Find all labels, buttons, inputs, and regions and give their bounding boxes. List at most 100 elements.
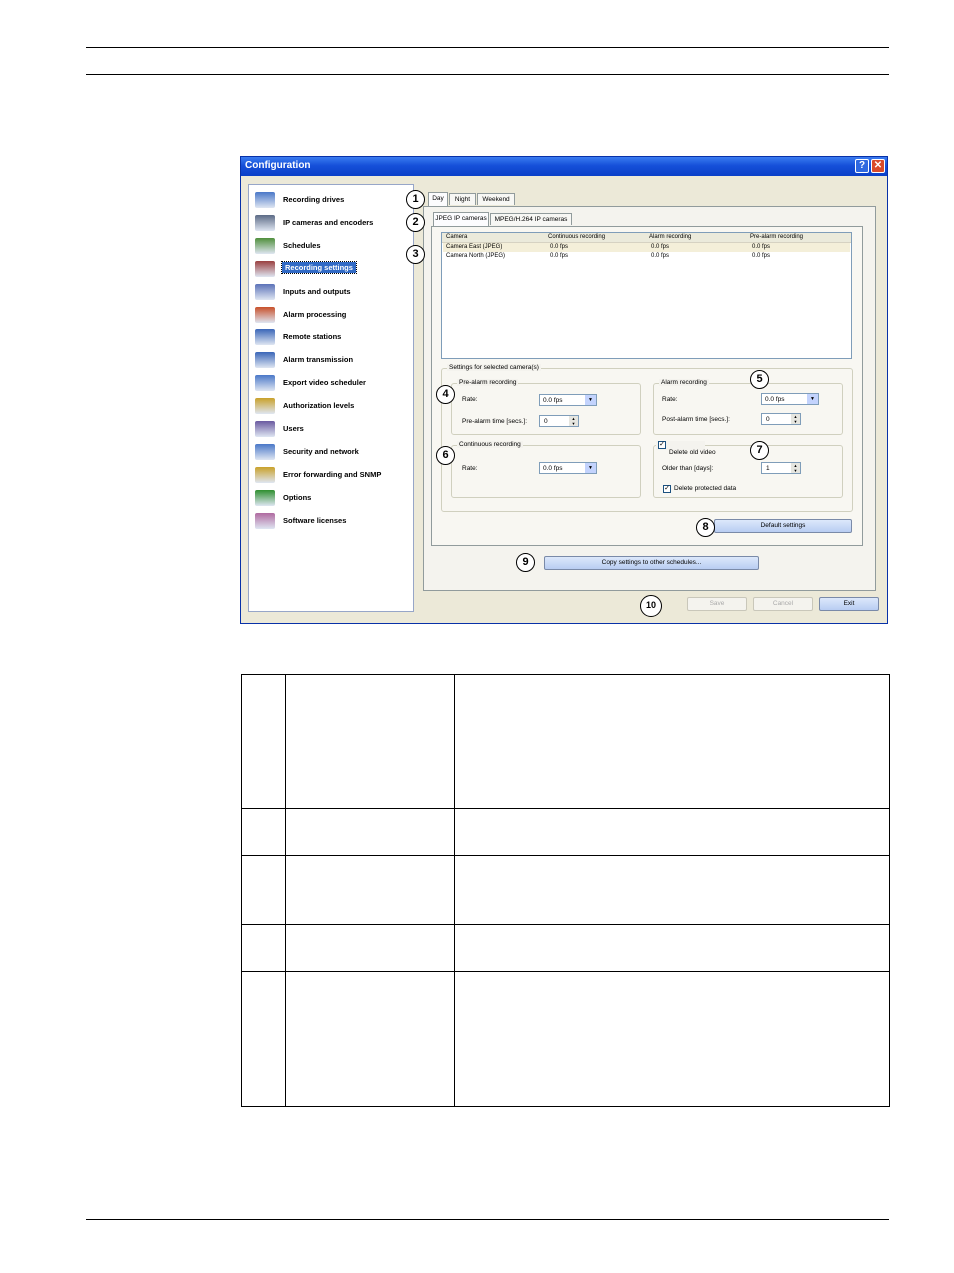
column-header-continuous[interactable]: Continuous recording: [548, 234, 605, 240]
settings-group-title: Settings for selected camera(s): [447, 364, 541, 371]
sidebar-item-label: Security and network: [283, 446, 359, 456]
callout-3: 3: [406, 245, 425, 264]
table-divider: [285, 675, 286, 1106]
sidebar-item-label: Remote stations: [283, 332, 342, 342]
older-than-label: Older than [days]:: [662, 465, 714, 472]
footer-rule: [86, 1219, 889, 1220]
callout-2: 2: [406, 213, 425, 232]
callout-5: 5: [750, 370, 769, 389]
sidebar-item-label: Schedules: [283, 240, 321, 250]
sidebar-item-recording-settings[interactable]: Recording settings: [255, 260, 411, 280]
table-divider: [454, 675, 455, 1106]
title-bar[interactable]: Configuration ? ✕: [241, 157, 887, 176]
sidebar-item-label: Options: [283, 492, 312, 502]
table-cell: 0.0 fps: [752, 244, 771, 250]
table-row[interactable]: Camera North (JPEG) 0.0 fps 0.0 fps 0.0 …: [443, 252, 850, 261]
sidebar-item-recording-drives[interactable]: Recording drives: [255, 191, 411, 211]
help-button[interactable]: ?: [855, 159, 869, 173]
legend-table: [241, 674, 890, 1107]
pre-alarm-title: Pre-alarm recording: [457, 379, 519, 386]
continuous-rate-label: Rate:: [462, 465, 478, 472]
pre-alarm-rate-label: Rate:: [462, 396, 478, 403]
exit-button[interactable]: Exit: [819, 597, 879, 611]
callout-7: 7: [750, 441, 769, 460]
header-rule-top: [86, 47, 889, 48]
sidebar-item-software-licenses[interactable]: Software licenses: [255, 512, 411, 532]
delete-old-label: Delete old video: [669, 449, 716, 456]
sidebar-item-remote-stations[interactable]: Remote stations: [255, 328, 411, 348]
delete-old-group: ✓ Delete old video Older than [days]: 1 …: [653, 441, 843, 498]
copy-settings-button[interactable]: Copy settings to other schedules...: [544, 556, 759, 570]
table-row: [242, 971, 889, 972]
pre-alarm-time-value: 0: [544, 418, 548, 425]
sidebar-item-label: Export video scheduler: [283, 378, 366, 388]
chevron-down-icon[interactable]: ▼: [585, 395, 596, 405]
license-icon: [255, 512, 275, 529]
alarm-rate-label: Rate:: [662, 396, 678, 403]
chevron-down-icon[interactable]: ▼: [585, 463, 596, 473]
schedule-tabs: Day Night Weekend: [428, 192, 878, 207]
continuous-title: Continuous recording: [457, 441, 523, 448]
sidebar-item-error-forwarding-and-snmp[interactable]: Error forwarding and SNMP: [255, 466, 411, 486]
table-row: [242, 855, 889, 856]
sidebar-item-options[interactable]: Options: [255, 489, 411, 509]
table-header: Camera Continuous recording Alarm record…: [442, 233, 851, 243]
sidebar-item-label: Recording settings: [281, 260, 357, 274]
sidebar-item-label: IP cameras and encoders: [283, 217, 374, 227]
sidebar-item-alarm-processing[interactable]: Alarm processing: [255, 306, 411, 326]
warning-icon: [255, 466, 275, 483]
sidebar-item-schedules[interactable]: Schedules: [255, 237, 411, 257]
close-button[interactable]: ✕: [871, 159, 885, 173]
sidebar-item-alarm-transmission[interactable]: Alarm transmission: [255, 351, 411, 371]
window-title: Configuration: [245, 160, 311, 171]
callout-1: 1: [406, 190, 425, 209]
tab-weekend[interactable]: Weekend: [477, 193, 515, 205]
pre-alarm-rate-select[interactable]: 0.0 fps ▼: [539, 394, 597, 406]
post-alarm-time-label: Post-alarm time [secs.]:: [662, 416, 730, 423]
spin-arrows-icon[interactable]: ▲ ▼: [569, 416, 578, 426]
table-cell: Camera North (JPEG): [446, 253, 506, 259]
alarm-rate-select[interactable]: 0.0 fps ▼: [761, 393, 819, 405]
cancel-button[interactable]: Cancel: [753, 597, 813, 611]
sidebar-item-export-video-scheduler[interactable]: Export video scheduler: [255, 374, 411, 394]
pre-alarm-time-stepper[interactable]: 0 ▲ ▼: [539, 415, 579, 427]
alarm-icon: [255, 306, 275, 323]
sidebar-item-label: Alarm processing: [283, 309, 347, 319]
column-header-alarm[interactable]: Alarm recording: [649, 234, 691, 240]
tab-day[interactable]: Day: [428, 192, 448, 206]
sidebar-item-label: Error forwarding and SNMP: [283, 469, 382, 479]
column-header-prealarm[interactable]: Pre-alarm recording: [750, 234, 803, 240]
column-header-camera[interactable]: Camera: [446, 234, 467, 240]
tab-night[interactable]: Night: [449, 193, 476, 205]
monitor-icon: [255, 329, 275, 346]
chevron-down-icon[interactable]: ▼: [807, 394, 818, 404]
older-than-stepper[interactable]: 1 ▲ ▼: [761, 462, 801, 474]
delete-old-checkbox[interactable]: ✓: [658, 441, 666, 449]
table-row: [242, 924, 889, 925]
sidebar-item-inputs-and-outputs[interactable]: Inputs and outputs: [255, 283, 411, 303]
table-row[interactable]: Camera East (JPEG) 0.0 fps 0.0 fps 0.0 f…: [443, 243, 850, 252]
checkmark-icon: [255, 489, 275, 506]
spin-arrows-icon[interactable]: ▲ ▼: [791, 463, 800, 473]
io-icon: [255, 283, 275, 300]
table-cell: 0.0 fps: [651, 253, 670, 259]
alarm-rate-value: 0.0 fps: [765, 396, 785, 403]
callout-9: 9: [516, 553, 535, 572]
continuous-rate-select[interactable]: 0.0 fps ▼: [539, 462, 597, 474]
default-settings-button[interactable]: Default settings: [714, 519, 852, 533]
spin-arrows-icon[interactable]: ▲ ▼: [791, 414, 800, 424]
sidebar-item-users[interactable]: Users: [255, 420, 411, 440]
post-alarm-time-stepper[interactable]: 0 ▲ ▼: [761, 413, 801, 425]
table-cell: Camera East (JPEG): [446, 244, 503, 250]
post-alarm-time-value: 0: [766, 416, 770, 423]
sidebar-item-ip-cameras-and-encoders[interactable]: IP cameras and encoders: [255, 214, 411, 234]
sidebar-item-security-and-network[interactable]: Security and network: [255, 443, 411, 463]
delete-protected-checkbox[interactable]: ✓: [663, 485, 671, 493]
save-button[interactable]: Save: [687, 597, 747, 611]
delete-old-toggle[interactable]: ✓ Delete old video: [656, 441, 716, 456]
tab-jpeg-cameras[interactable]: JPEG IP cameras: [433, 212, 489, 226]
tab-mpeg-cameras[interactable]: MPEG/H.264 IP cameras: [490, 213, 572, 225]
camera-type-tabs: JPEG IP cameras MPEG/H.264 IP cameras: [433, 212, 733, 227]
sidebar-item-authorization-levels[interactable]: Authorization levels: [255, 397, 411, 417]
recording-icon: [255, 260, 275, 277]
